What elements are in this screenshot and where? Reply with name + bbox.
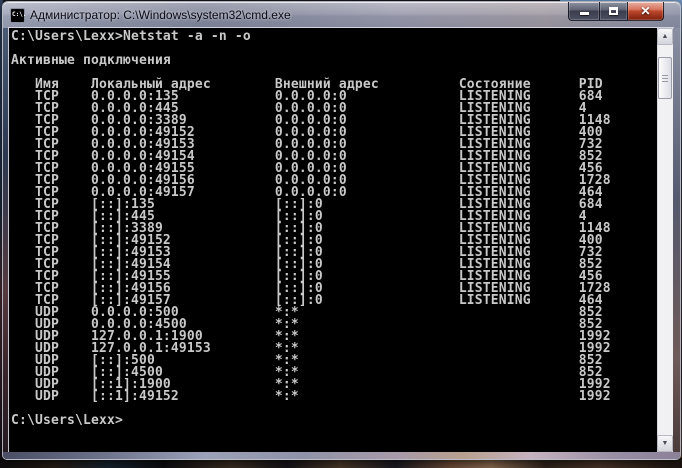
close-button[interactable]: ✕ [628, 2, 664, 21]
maximize-icon [609, 7, 618, 15]
prompt-line[interactable]: C:\Users\Lexx> [11, 415, 657, 427]
section-title: Активные подключения [11, 55, 657, 67]
netstat-row: UDP [::1]:49152 *:* 1992 [11, 391, 657, 403]
netstat-table: Имя Локальный адрес Внешний адрес Состоя… [11, 79, 657, 403]
console-output: C:\Users\Lexx>Netstat -a -n -o Активные … [9, 28, 657, 452]
scrollbar-track[interactable] [657, 45, 673, 435]
minimize-icon [580, 12, 589, 15]
maximize-button[interactable] [599, 2, 628, 21]
cmd-icon[interactable]: C:\. [10, 8, 25, 23]
scrollbar-thumb[interactable] [658, 57, 672, 99]
command-line: C:\Users\Lexx>Netstat -a -n -o [11, 31, 657, 43]
minimize-button[interactable] [568, 2, 599, 21]
scroll-up-button[interactable]: ▲ [657, 28, 673, 45]
console-client-area: C:\Users\Lexx>Netstat -a -n -o Активные … [9, 28, 673, 452]
scroll-down-button[interactable]: ▼ [657, 435, 673, 452]
window-frame-bottom [3, 452, 680, 459]
cmd-window: C:\. Администратор: C:\Windows\system32\… [2, 1, 681, 460]
window-controls: ✕ [568, 2, 664, 21]
close-icon: ✕ [640, 5, 650, 17]
scrollbar[interactable]: ▲ ▼ [657, 28, 673, 452]
